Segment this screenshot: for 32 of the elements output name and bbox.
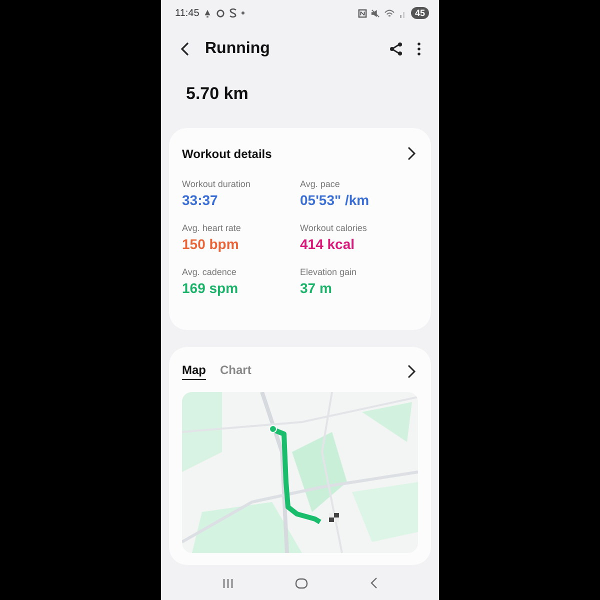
metric-value: 169 spm <box>182 280 240 296</box>
chevron-right-icon[interactable] <box>407 146 416 161</box>
metric-label: Avg. heart rate <box>182 223 242 233</box>
chevron-right-icon[interactable] <box>407 364 416 379</box>
share-icon[interactable] <box>389 42 403 56</box>
status-icon <box>216 8 226 18</box>
mute-icon <box>370 8 380 18</box>
metric-label: Avg. cadence <box>182 267 238 277</box>
s-icon <box>229 8 238 18</box>
notification-icon <box>203 8 212 18</box>
metric-value: 33:37 <box>182 192 219 208</box>
metric-value: 05'53" /km <box>300 192 370 208</box>
metric-label: Workout duration <box>182 179 252 189</box>
wifi-icon <box>384 8 395 18</box>
metric-value: 414 kcal <box>300 236 356 252</box>
metric-value: 37 m <box>300 280 333 296</box>
metric-label: Workout calories <box>300 223 368 233</box>
metric-value: 150 bpm <box>182 236 240 252</box>
dot-icon <box>241 11 246 15</box>
more-options-icon[interactable] <box>417 42 421 56</box>
battery-icon: 45 <box>410 7 429 19</box>
card-title: Workout details <box>182 146 272 160</box>
metric-label: Avg. pace <box>300 179 341 189</box>
distance-value: 5.70 km <box>186 84 248 103</box>
status-time: 11:45 <box>175 8 200 18</box>
view-tab[interactable]: Map <box>182 363 206 380</box>
home-icon[interactable] <box>295 578 308 588</box>
nfc-icon <box>358 8 367 18</box>
metric-label: Elevation gain <box>300 267 358 277</box>
page-title: Running <box>205 40 271 58</box>
recent-apps-icon[interactable] <box>222 578 234 588</box>
back-icon[interactable] <box>179 41 191 57</box>
